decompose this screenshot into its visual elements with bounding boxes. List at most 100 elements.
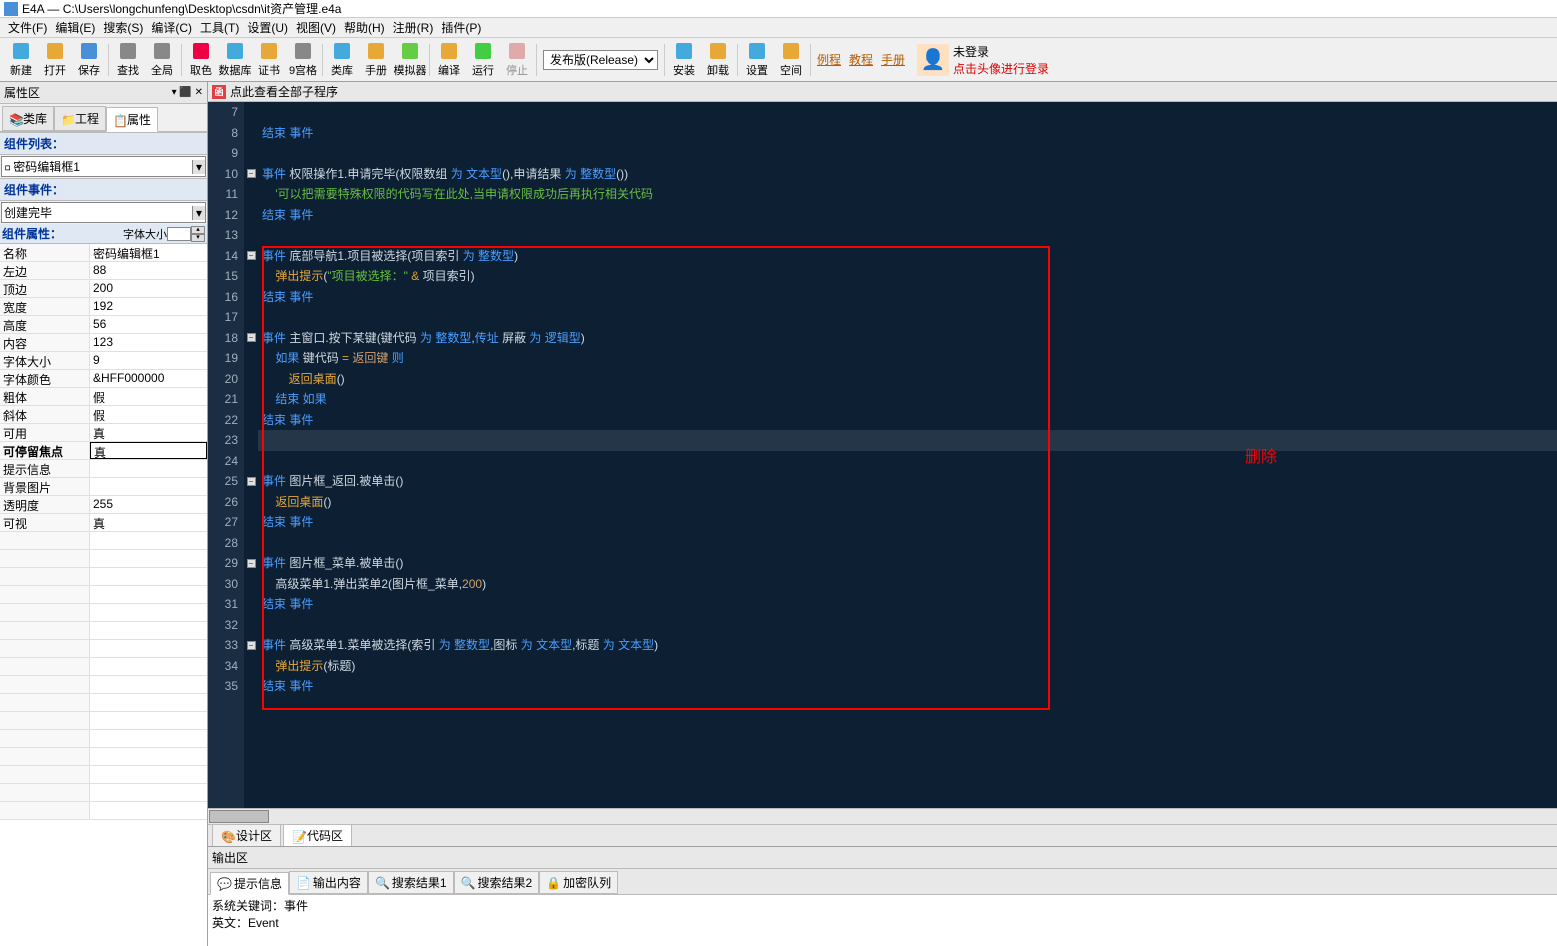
property-row[interactable]: 高度56 xyxy=(0,316,207,334)
output-tab-提示信息[interactable]: 💬提示信息 xyxy=(210,872,289,895)
view-tab-代码区[interactable]: 📝代码区 xyxy=(283,824,352,847)
tab-工程[interactable]: 📁工程 xyxy=(54,106,106,131)
font-size-control[interactable]: ▴ ▾ xyxy=(167,226,205,242)
property-row[interactable]: 可视真 xyxy=(0,514,207,532)
fold-marker[interactable]: − xyxy=(244,328,258,349)
code-line[interactable]: 弹出提示(标题) xyxy=(258,656,1557,677)
property-value[interactable]: 123 xyxy=(90,334,207,351)
code-line[interactable] xyxy=(258,143,1557,164)
toolbar-卸载[interactable]: 卸载 xyxy=(701,40,735,80)
property-row[interactable]: 斜体假 xyxy=(0,406,207,424)
chevron-down-icon[interactable]: ▾ xyxy=(192,206,205,220)
property-row[interactable]: 左边88 xyxy=(0,262,207,280)
code-line[interactable] xyxy=(258,225,1557,246)
fold-marker[interactable]: − xyxy=(244,246,258,267)
code-line[interactable]: 结束 事件 xyxy=(258,205,1557,226)
code-line[interactable]: 结束 事件 xyxy=(258,287,1557,308)
code-line[interactable]: 事件 主窗口.按下某键(键代码 为 整数型,传址 屏蔽 为 逻辑型) xyxy=(258,328,1557,349)
link-教程[interactable]: 教程 xyxy=(849,51,873,68)
property-value[interactable]: 真 xyxy=(90,514,207,531)
property-row[interactable]: 名称密码编辑框1 xyxy=(0,244,207,262)
output-tab-搜索结果1[interactable]: 🔍搜索结果1 xyxy=(368,871,454,894)
property-value[interactable]: 88 xyxy=(90,262,207,279)
code-line[interactable]: 结束 事件 xyxy=(258,676,1557,697)
code-line[interactable]: 返回桌面() xyxy=(258,369,1557,390)
code-line[interactable] xyxy=(258,451,1557,472)
property-row[interactable]: 粗体假 xyxy=(0,388,207,406)
toolbar-数据库[interactable]: 数据库 xyxy=(218,40,252,80)
code-line[interactable]: 如果 键代码 = 返回键 则 xyxy=(258,348,1557,369)
code-line[interactable]: 高级菜单1.弹出菜单2(图片框_菜单,200) xyxy=(258,574,1557,595)
menu-item[interactable]: 帮助(H) xyxy=(340,17,389,38)
code-line[interactable] xyxy=(258,102,1557,123)
toolbar-全局[interactable]: 全局 xyxy=(145,40,179,80)
property-row[interactable]: 宽度192 xyxy=(0,298,207,316)
toolbar-模拟器[interactable]: 模拟器 xyxy=(393,40,427,80)
code-line[interactable]: 事件 图片框_返回.被单击() xyxy=(258,471,1557,492)
menu-item[interactable]: 插件(P) xyxy=(437,17,485,38)
toolbar-类库[interactable]: 类库 xyxy=(325,40,359,80)
code-editor[interactable]: 7891011121314151617181920212223242526272… xyxy=(208,102,1557,808)
code-line[interactable]: 事件 权限操作1.申请完毕(权限数组 为 文本型(),申请结果 为 整数型()) xyxy=(258,164,1557,185)
menu-item[interactable]: 注册(R) xyxy=(389,17,438,38)
horizontal-scrollbar[interactable] xyxy=(208,808,1557,824)
property-value[interactable]: 200 xyxy=(90,280,207,297)
event-combo[interactable]: 创建完毕 ▾ xyxy=(1,202,206,223)
code-line[interactable] xyxy=(258,615,1557,636)
link-例程[interactable]: 例程 xyxy=(817,51,841,68)
output-tab-输出内容[interactable]: 📄输出内容 xyxy=(289,871,368,894)
code-line[interactable]: 事件 图片框_菜单.被单击() xyxy=(258,553,1557,574)
property-row[interactable]: 可停留焦点真 xyxy=(0,442,207,460)
code-line[interactable] xyxy=(258,533,1557,554)
toolbar-安装[interactable]: 安装 xyxy=(667,40,701,80)
toolbar-打开[interactable]: 打开 xyxy=(38,40,72,80)
code-line[interactable]: 结束 事件 xyxy=(258,512,1557,533)
code-line[interactable]: 弹出提示("项目被选择：" & 项目索引) xyxy=(258,266,1557,287)
tab-属性[interactable]: 📋属性 xyxy=(106,107,158,132)
code-line[interactable]: 事件 底部导航1.项目被选择(项目索引 为 整数型) xyxy=(258,246,1557,267)
toolbar-保存[interactable]: 保存 xyxy=(72,40,106,80)
scrollbar-thumb[interactable] xyxy=(209,810,269,823)
property-value[interactable]: 56 xyxy=(90,316,207,333)
toolbar-查找[interactable]: 查找 xyxy=(111,40,145,80)
output-tab-加密队列[interactable]: 🔒加密队列 xyxy=(539,871,618,894)
spin-down-icon[interactable]: ▾ xyxy=(191,234,205,242)
font-size-input[interactable] xyxy=(167,227,191,241)
property-value[interactable]: 9 xyxy=(90,352,207,369)
property-value[interactable] xyxy=(90,478,207,495)
menu-item[interactable]: 搜索(S) xyxy=(99,17,147,38)
property-value[interactable]: 假 xyxy=(90,406,207,423)
link-手册[interactable]: 手册 xyxy=(881,51,905,68)
release-combo[interactable]: 发布版(Release) xyxy=(543,50,658,70)
menu-item[interactable]: 编辑(E) xyxy=(51,17,99,38)
toolbar-设置[interactable]: 设置 xyxy=(740,40,774,80)
toolbar-取色[interactable]: 取色 xyxy=(184,40,218,80)
login-hint[interactable]: 点击头像进行登录 xyxy=(953,60,1049,77)
property-value[interactable]: 192 xyxy=(90,298,207,315)
property-row[interactable]: 字体大小9 xyxy=(0,352,207,370)
code-line[interactable] xyxy=(258,430,1557,451)
property-row[interactable]: 字体颜色&HFF000000 xyxy=(0,370,207,388)
menu-item[interactable]: 文件(F) xyxy=(4,17,51,38)
menu-item[interactable]: 工具(T) xyxy=(196,17,243,38)
property-row[interactable]: 提示信息 xyxy=(0,460,207,478)
login-area[interactable]: 👤未登录点击头像进行登录 xyxy=(917,43,1049,77)
spin-up-icon[interactable]: ▴ xyxy=(191,226,205,234)
output-tab-搜索结果2[interactable]: 🔍搜索结果2 xyxy=(454,871,540,894)
property-row[interactable]: 透明度255 xyxy=(0,496,207,514)
fold-marker[interactable]: − xyxy=(244,635,258,656)
code-lines[interactable]: 删除 结束 事件事件 权限操作1.申请完毕(权限数组 为 文本型(),申请结果 … xyxy=(258,102,1557,808)
toolbar-手册[interactable]: 手册 xyxy=(359,40,393,80)
fold-marker[interactable]: − xyxy=(244,553,258,574)
view-tab-设计区[interactable]: 🎨设计区 xyxy=(212,824,281,847)
toolbar-新建[interactable]: 新建 xyxy=(4,40,38,80)
avatar-icon[interactable]: 👤 xyxy=(917,44,949,76)
toolbar-编译[interactable]: 编译 xyxy=(432,40,466,80)
code-line[interactable] xyxy=(258,307,1557,328)
code-line[interactable]: 事件 高级菜单1.菜单被选择(索引 为 整数型,图标 为 文本型,标题 为 文本… xyxy=(258,635,1557,656)
toolbar-9宫格[interactable]: 9宫格 xyxy=(286,40,320,80)
toolbar-证书[interactable]: 证书 xyxy=(252,40,286,80)
code-line[interactable]: 结束 事件 xyxy=(258,594,1557,615)
menu-item[interactable]: 设置(U) xyxy=(243,17,292,38)
editor-tab-label[interactable]: 点此查看全部子程序 xyxy=(230,83,338,100)
